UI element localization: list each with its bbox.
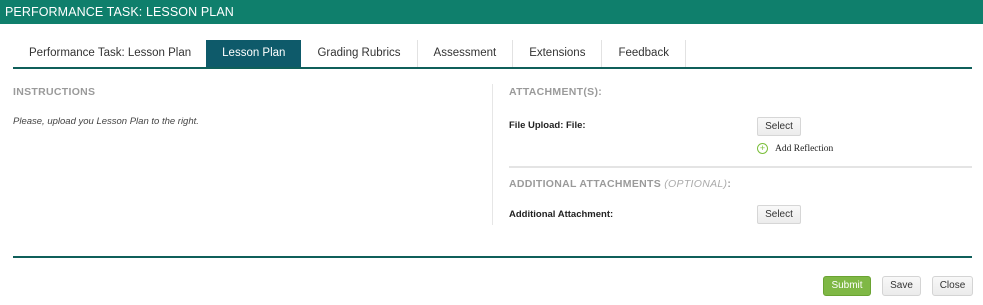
section-divider xyxy=(509,166,972,168)
footer-divider xyxy=(13,256,972,258)
plus-circle-icon: + xyxy=(757,143,768,154)
additional-select-button[interactable]: Select xyxy=(757,205,801,224)
window-title-bar: PERFORMANCE TASK: LESSON PLAN xyxy=(0,0,983,24)
additional-attachments-title: ADDITIONAL ATTACHMENTS xyxy=(509,178,662,190)
window-title: PERFORMANCE TASK: LESSON PLAN xyxy=(5,5,234,19)
tab-grading-rubrics[interactable]: Grading Rubrics xyxy=(301,40,418,68)
tab-feedback[interactable]: Feedback xyxy=(602,40,686,68)
tab-underline xyxy=(13,67,972,69)
optional-tag: (OPTIONAL) xyxy=(664,178,728,190)
tab-assessment[interactable]: Assessment xyxy=(418,40,514,68)
file-upload-label: File Upload: File: xyxy=(509,120,586,131)
attachments-heading: ATTACHMENT(S): xyxy=(509,86,603,98)
heading-colon: : xyxy=(727,178,732,190)
additional-attachments-heading: ADDITIONAL ATTACHMENTS (OPTIONAL): xyxy=(509,178,731,190)
instructions-heading: INSTRUCTIONS xyxy=(13,86,96,98)
add-reflection-link[interactable]: + Add Reflection xyxy=(757,143,833,154)
tab-performance-task-lesson-plan[interactable]: Performance Task: Lesson Plan xyxy=(13,40,206,68)
close-button[interactable]: Close xyxy=(932,276,973,296)
instructions-text: Please, upload you Lesson Plan to the ri… xyxy=(13,116,199,127)
column-divider xyxy=(492,84,493,225)
file-select-button[interactable]: Select xyxy=(757,117,801,136)
save-button[interactable]: Save xyxy=(882,276,921,296)
tab-bar: Performance Task: Lesson Plan Lesson Pla… xyxy=(13,40,972,68)
submit-button[interactable]: Submit xyxy=(823,276,871,296)
additional-attachment-label: Additional Attachment: xyxy=(509,209,614,220)
tab-extensions[interactable]: Extensions xyxy=(513,40,603,68)
add-reflection-label: Add Reflection xyxy=(775,143,834,154)
tab-lesson-plan[interactable]: Lesson Plan xyxy=(206,40,302,68)
